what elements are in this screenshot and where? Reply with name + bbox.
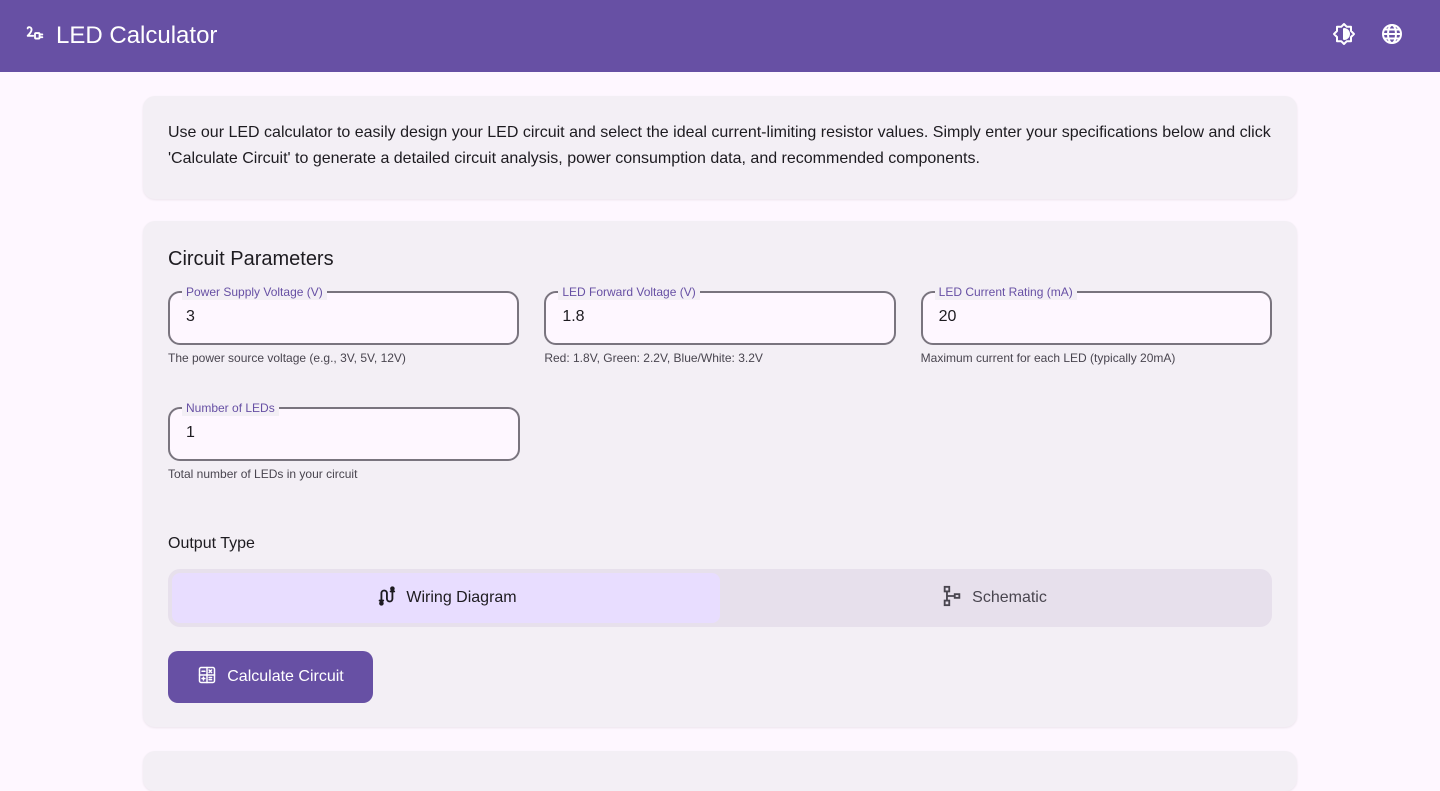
wiring-diagram-label: Wiring Diagram: [406, 589, 517, 606]
field-label: Power Supply Voltage (V): [182, 284, 327, 300]
brightness-icon: [1332, 22, 1356, 51]
circuit-parameters-card: Circuit Parameters Power Supply Voltage …: [143, 221, 1297, 727]
led-current-rating-input-box[interactable]: LED Current Rating (mA): [920, 284, 1272, 345]
led-forward-voltage-input-box[interactable]: LED Forward Voltage (V): [544, 284, 896, 345]
field-hint: Red: 1.8V, Green: 2.2V, Blue/White: 3.2V: [544, 351, 763, 365]
language-button[interactable]: [1368, 12, 1416, 60]
brand: LED Calculator: [24, 22, 217, 50]
calculate-circuit-label: Calculate Circuit: [227, 668, 344, 685]
output-type-toggle: Wiring Diagram Schematic: [168, 569, 1272, 627]
globe-icon: [1380, 22, 1404, 51]
wiring-diagram-option[interactable]: Wiring Diagram: [172, 573, 720, 623]
fields-row-1: Power Supply Voltage (V) The power sourc…: [168, 284, 1272, 365]
theme-toggle-button[interactable]: [1320, 12, 1368, 60]
power-plug-icon: [24, 23, 56, 50]
app-bar: LED Calculator: [0, 0, 1440, 72]
schematic-icon: [941, 585, 972, 612]
led-current-rating-input[interactable]: [938, 308, 1239, 326]
led-forward-voltage-input[interactable]: [562, 308, 863, 326]
intro-card: Use our LED calculator to easily design …: [143, 96, 1297, 199]
field-hint: Maximum current for each LED (typically …: [920, 351, 1176, 365]
led-forward-voltage-field: LED Forward Voltage (V) Red: 1.8V, Green…: [544, 284, 896, 365]
field-hint: The power source voltage (e.g., 3V, 5V, …: [168, 351, 406, 365]
main-content: Use our LED calculator to easily design …: [143, 96, 1297, 791]
calculator-icon: [197, 665, 227, 690]
schematic-option[interactable]: Schematic: [720, 573, 1268, 623]
power-supply-voltage-field: Power Supply Voltage (V) The power sourc…: [168, 284, 520, 365]
section-title: Circuit Parameters: [168, 248, 334, 270]
field-label: Number of LEDs: [182, 400, 279, 416]
intro-text: Use our LED calculator to easily design …: [168, 124, 1271, 167]
fields-row-2: Number of LEDs Total number of LEDs in y…: [168, 400, 1272, 481]
field-label: LED Forward Voltage (V): [558, 284, 700, 300]
number-of-leds-input[interactable]: [186, 424, 486, 442]
number-of-leds-field: Number of LEDs Total number of LEDs in y…: [168, 400, 520, 481]
output-type-label: Output Type: [168, 535, 255, 552]
field-label: LED Current Rating (mA): [934, 284, 1077, 300]
calculate-circuit-button[interactable]: Calculate Circuit: [168, 651, 373, 703]
results-card: [143, 751, 1297, 791]
app-title: LED Calculator: [56, 22, 218, 49]
led-current-rating-field: LED Current Rating (mA) Maximum current …: [920, 284, 1272, 365]
power-supply-voltage-input-box[interactable]: Power Supply Voltage (V): [168, 284, 520, 345]
wiring-icon: [375, 585, 406, 612]
power-supply-voltage-input[interactable]: [186, 308, 486, 326]
schematic-label: Schematic: [972, 589, 1047, 606]
field-hint: Total number of LEDs in your circuit: [168, 467, 358, 481]
number-of-leds-input-box[interactable]: Number of LEDs: [168, 400, 520, 461]
